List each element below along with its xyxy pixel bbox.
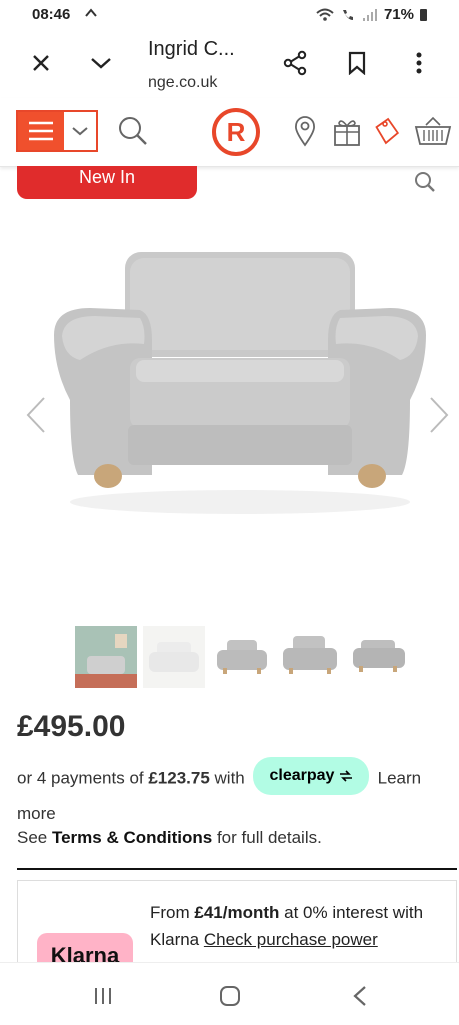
menu-button[interactable] (16, 110, 98, 152)
status-bar: 08:46 71% (0, 0, 459, 30)
installment-prefix: or 4 payments of (17, 768, 149, 788)
more-vert-icon[interactable] (404, 48, 434, 78)
klarna-monthly: £41/month (194, 903, 280, 922)
klarna-prefix: From (150, 903, 195, 922)
new-in-badge: New In (17, 166, 197, 199)
bookmark-icon[interactable] (342, 48, 372, 78)
close-icon[interactable] (26, 48, 56, 78)
installment-suffix: with (209, 768, 250, 788)
installment-amount: £123.75 (148, 768, 210, 788)
terms-text: See Terms & Conditions for full details. (17, 828, 322, 848)
klarna-text: From £41/month at 0% interest with Klarn… (150, 899, 450, 953)
terms-link[interactable]: Terms & Conditions (52, 828, 212, 847)
status-indicators: 71% (316, 6, 427, 23)
chevron-down-icon (64, 112, 96, 150)
recent-apps-icon[interactable] (88, 981, 118, 1011)
status-time: 08:46 (32, 6, 71, 23)
menu-icon (18, 112, 64, 150)
terms-suffix: for full details. (212, 828, 322, 847)
installment-info: or 4 payments of £123.75 with clearpay L… (17, 757, 447, 830)
section-divider (17, 868, 457, 870)
thumbnail[interactable] (347, 626, 409, 688)
thumbnail[interactable] (279, 626, 341, 688)
zoom-search-icon[interactable] (413, 170, 437, 194)
system-nav-bar (0, 962, 459, 1025)
page-url[interactable]: nge.co.uk (148, 74, 217, 92)
clearpay-arrows-icon (339, 770, 352, 782)
chevron-down-icon[interactable] (86, 48, 116, 78)
wifi-icon (316, 8, 334, 21)
tab-title[interactable]: Ingrid C... (148, 38, 235, 61)
notification-icon (84, 6, 98, 24)
home-icon[interactable] (215, 981, 245, 1011)
basket-icon[interactable] (414, 112, 452, 150)
battery-icon (420, 8, 427, 21)
thumbnail[interactable] (143, 626, 205, 688)
location-pin-icon[interactable] (286, 112, 324, 150)
tag-icon[interactable] (368, 112, 406, 150)
thumbnail-strip (75, 626, 409, 688)
thumbnail[interactable] (211, 626, 273, 688)
clearpay-label: clearpay (269, 767, 335, 784)
share-icon[interactable] (280, 48, 310, 78)
logo-letter: R (226, 116, 246, 147)
terms-prefix: See (17, 828, 52, 847)
klarna-link[interactable]: Check purchase power (204, 930, 378, 949)
gift-icon[interactable] (328, 112, 366, 150)
search-icon[interactable] (114, 112, 152, 150)
browser-toolbar: Ingrid C... nge.co.uk (0, 30, 459, 98)
site-logo[interactable]: R (212, 108, 260, 156)
product-image[interactable] (40, 240, 440, 540)
clearpay-badge[interactable]: clearpay (253, 757, 369, 795)
product-price: £495.00 (17, 710, 126, 743)
signal-icon (362, 8, 377, 21)
site-header: R (0, 98, 459, 167)
thumbnail[interactable] (75, 626, 137, 688)
klarna-card: Klarna From £41/month at 0% interest wit… (17, 880, 457, 970)
call-icon (342, 9, 353, 20)
battery-level: 71% (383, 6, 414, 23)
back-icon[interactable] (345, 981, 375, 1011)
